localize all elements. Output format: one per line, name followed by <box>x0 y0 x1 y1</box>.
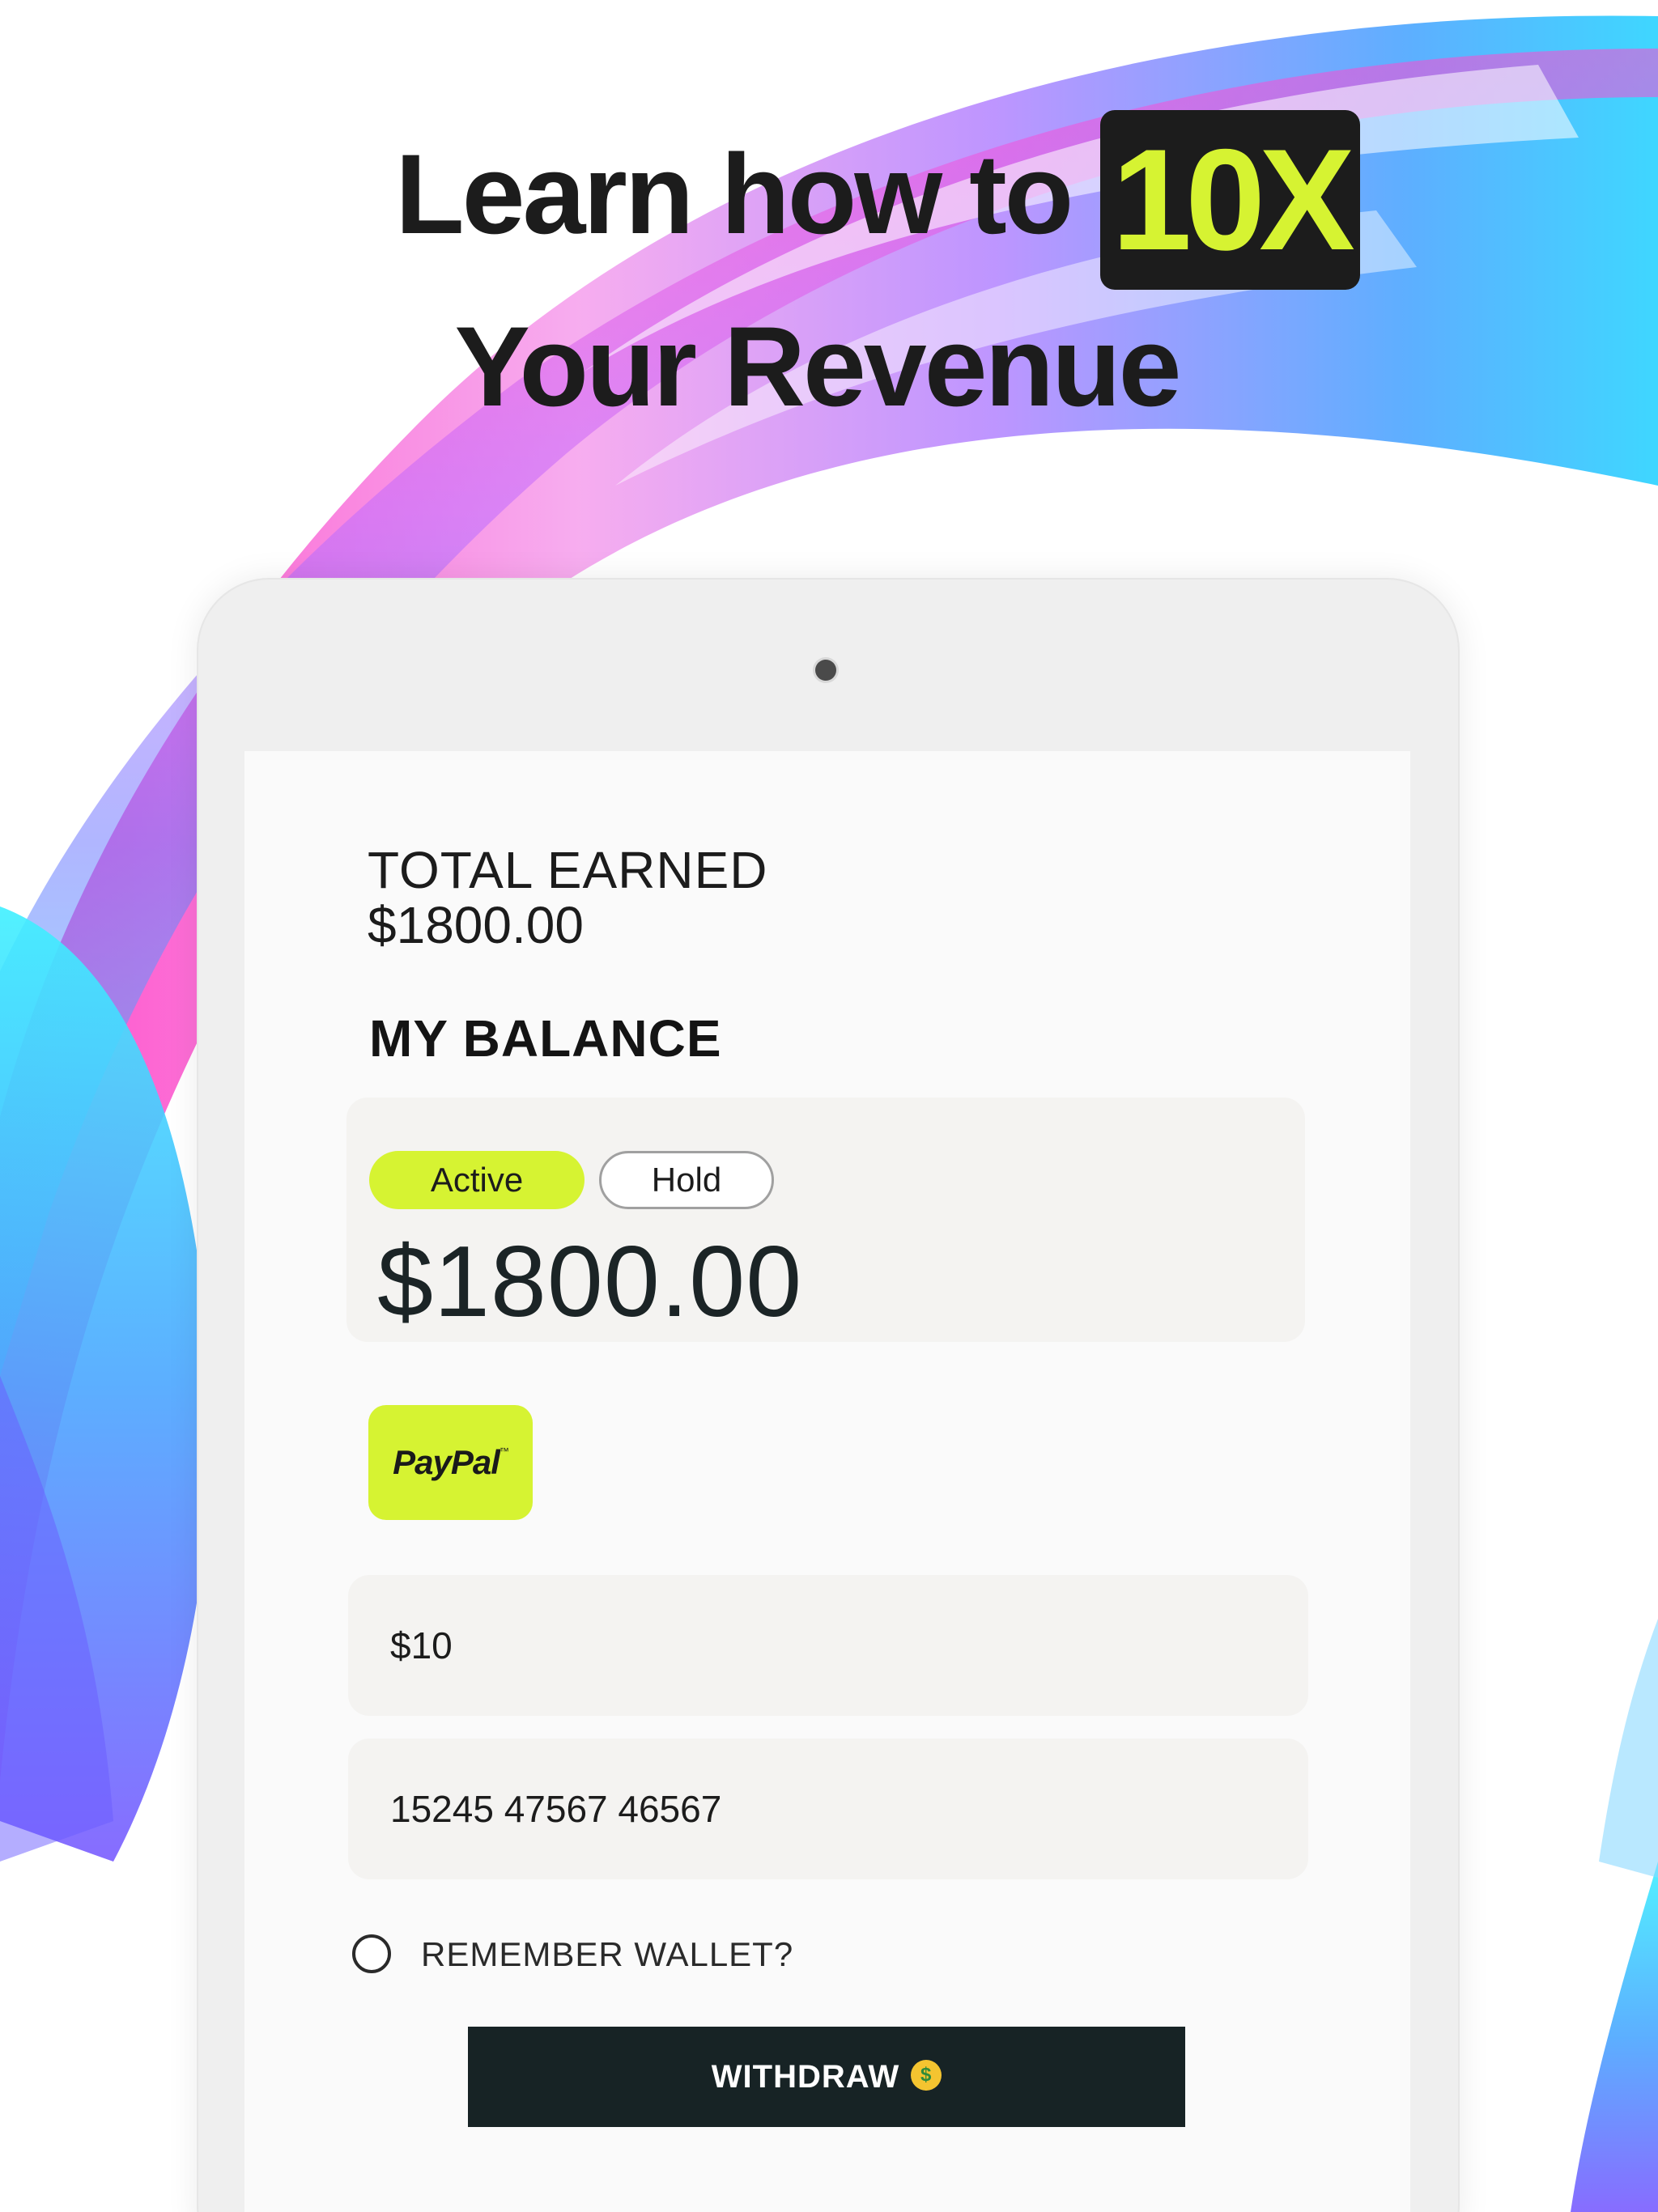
total-earned-label: TOTAL EARNED <box>368 841 768 899</box>
amount-input[interactable]: $10 <box>348 1575 1308 1716</box>
remember-wallet-radio[interactable] <box>352 1934 391 1973</box>
headline-line-1: Learn how to 10X <box>97 110 1658 293</box>
wallet-number-input[interactable]: 15245 47567 46567 <box>348 1739 1308 1879</box>
headline: Learn how to 10X Your Revenue <box>0 110 1658 440</box>
withdraw-label: WITHDRAW <box>711 2059 900 2095</box>
tab-hold[interactable]: Hold <box>599 1151 774 1209</box>
paypal-trademark: ™ <box>499 1446 509 1457</box>
balance-amount: $1800.00 <box>377 1226 803 1338</box>
headline-line-2: Your Revenue <box>454 303 1182 430</box>
total-earned-value: $1800.00 <box>368 896 584 954</box>
paypal-name: PayPal <box>393 1443 500 1481</box>
remember-wallet-label: REMEMBER WALLET? <box>421 1935 794 1973</box>
my-balance-title: MY BALANCE <box>369 1009 722 1068</box>
paypal-logo-icon: PayPal™ <box>368 1405 533 1520</box>
tab-active[interactable]: Active <box>369 1151 585 1209</box>
app-store-screenshot: Learn how to 10X Your Revenue TOTAL EARN… <box>0 0 1658 2212</box>
headline-10x-badge: 10X <box>1100 110 1360 290</box>
headline-prefix: Learn how to <box>395 129 1073 257</box>
paypal-method-button[interactable]: PayPal™ <box>368 1405 533 1520</box>
money-mouth-face-icon: $ <box>911 2060 942 2091</box>
tablet-camera <box>815 660 836 681</box>
withdraw-button[interactable]: WITHDRAW $ <box>468 2027 1185 2127</box>
